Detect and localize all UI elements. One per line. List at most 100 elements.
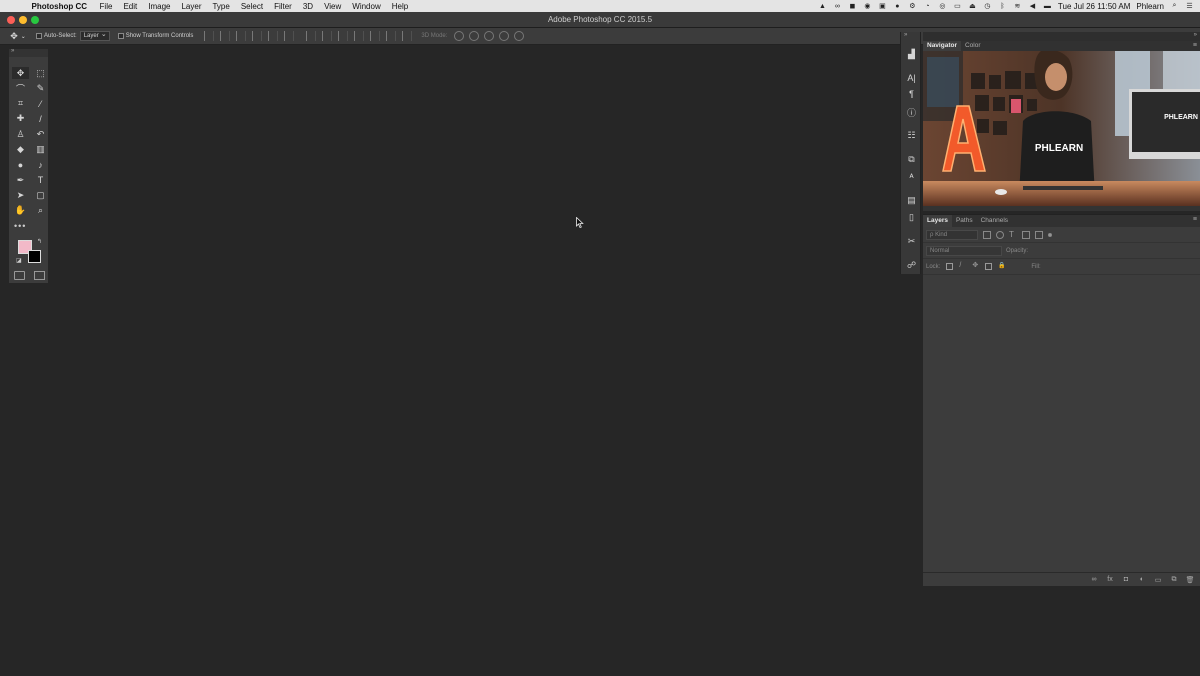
3d-slide-icon[interactable] xyxy=(498,31,509,41)
new-group-icon[interactable]: ▭ xyxy=(1154,576,1162,584)
screen-mode-icon[interactable] xyxy=(34,271,45,280)
libraries-panel-icon[interactable]: ▤ xyxy=(905,194,918,206)
time-machine-icon[interactable]: ◷ xyxy=(983,2,992,10)
settings-icon[interactable]: ⚙ xyxy=(908,2,917,10)
menu-window[interactable]: Window xyxy=(347,2,386,11)
eraser-tool-icon[interactable]: ◆ xyxy=(12,143,29,155)
quick-selection-tool-icon[interactable]: ✎ xyxy=(32,82,49,94)
adjustments-panel-icon[interactable]: ☍ xyxy=(905,259,918,271)
align-top-icon[interactable] xyxy=(204,31,215,41)
align-horizontal-center-icon[interactable] xyxy=(268,31,279,41)
lasso-tool-icon[interactable]: ⌒ xyxy=(12,82,29,94)
dock-collapse-icon[interactable]: » xyxy=(901,32,920,40)
quick-mask-icon[interactable] xyxy=(14,271,25,280)
brush-tool-icon[interactable]: / xyxy=(32,113,49,125)
lastpass-icon[interactable]: ◉ xyxy=(863,2,872,10)
add-mask-icon[interactable]: ◘ xyxy=(1122,576,1130,584)
creative-cloud-icon[interactable]: ∞ xyxy=(833,2,842,10)
filter-pixel-icon[interactable] xyxy=(983,230,991,239)
histogram-panel-icon[interactable]: ▟ xyxy=(905,48,918,60)
filter-smart-object-icon[interactable] xyxy=(1035,230,1043,239)
link-layers-icon[interactable]: ∞ xyxy=(1090,576,1098,584)
menu-type[interactable]: Type xyxy=(207,2,235,11)
menu-image[interactable]: Image xyxy=(143,2,176,11)
filter-type-icon[interactable]: T xyxy=(1009,230,1017,239)
blend-mode-dropdown[interactable]: Normal xyxy=(926,245,1002,256)
opacity-field[interactable]: Opacity: xyxy=(1006,246,1066,256)
lock-image-pixels-icon[interactable]: / xyxy=(959,262,966,270)
lock-transparent-pixels-icon[interactable] xyxy=(946,263,954,270)
tab-paths[interactable]: Paths xyxy=(952,215,977,227)
type-tool-icon[interactable]: T xyxy=(32,174,49,186)
menu-file[interactable]: File xyxy=(94,2,118,11)
filter-adjustment-icon[interactable] xyxy=(996,230,1004,239)
tool-preset-picker[interactable]: ✥ ⌄ xyxy=(0,31,36,42)
properties-panel-icon[interactable]: ☷ xyxy=(905,129,918,141)
menubar-clock[interactable]: Tue Jul 26 11:50 AM xyxy=(1058,2,1131,11)
background-color-swatch[interactable] xyxy=(28,250,41,263)
crop-tool-icon[interactable]: ⌗ xyxy=(12,98,29,110)
blur-tool-icon[interactable]: ● xyxy=(12,159,29,171)
panel-menu-icon[interactable]: ≡ xyxy=(1193,42,1197,49)
volume-icon[interactable]: ◀ xyxy=(1028,2,1037,10)
shape-tool-icon[interactable]: ▢ xyxy=(32,189,49,201)
character-panel-icon[interactable]: A| xyxy=(905,72,918,84)
info-panel-icon[interactable]: ⓘ xyxy=(905,106,918,118)
drive-icon[interactable]: ▲ xyxy=(818,2,827,10)
menu-edit[interactable]: Edit xyxy=(118,2,143,11)
menu-3d[interactable]: 3D xyxy=(297,2,318,11)
swap-colors-icon[interactable]: ↰ xyxy=(37,238,42,245)
menubar-user[interactable]: Phlearn xyxy=(1136,2,1164,11)
auto-select-dropdown[interactable]: Layer xyxy=(79,30,110,41)
3d-pan-icon[interactable] xyxy=(483,31,494,41)
3d-scale-icon[interactable] xyxy=(513,31,524,41)
hand-tool-icon[interactable]: ✋ xyxy=(12,205,29,217)
distribute-top-icon[interactable] xyxy=(306,31,317,41)
distribute-left-icon[interactable] xyxy=(354,31,365,41)
auto-select-checkbox[interactable] xyxy=(36,33,42,39)
zoom-tool-icon[interactable]: ⌕ xyxy=(32,205,49,217)
collapse-panels-icon[interactable]: » xyxy=(1194,32,1197,38)
spotlight-search-icon[interactable]: ⌕ xyxy=(1170,2,1179,10)
filter-toggle-icon[interactable] xyxy=(1048,232,1052,237)
align-right-icon[interactable] xyxy=(284,31,295,41)
navigator-zoom-slider[interactable] xyxy=(923,206,1200,211)
screen-icon[interactable]: ▭ xyxy=(953,2,962,10)
history-brush-tool-icon[interactable]: ↶ xyxy=(32,128,49,140)
lock-position-icon[interactable]: ✥ xyxy=(972,262,979,270)
align-bottom-icon[interactable] xyxy=(236,31,247,41)
menu-app[interactable]: Photoshop CC xyxy=(26,2,94,11)
clone-source-panel-icon[interactable]: ⧉ xyxy=(905,153,918,165)
panel-menu-icon[interactable]: ≡ xyxy=(1193,216,1197,223)
lock-artboard-icon[interactable] xyxy=(985,263,993,270)
show-transform-controls-checkbox[interactable] xyxy=(117,33,124,39)
lock-all-icon[interactable]: 🔒 xyxy=(998,263,1005,270)
panel-group-header[interactable]: » xyxy=(923,32,1200,41)
menu-select[interactable]: Select xyxy=(235,2,268,11)
layer-filter-kind-dropdown[interactable]: ρ Kind xyxy=(926,229,978,240)
timer-icon[interactable]: ◔ xyxy=(923,2,932,10)
gradient-tool-icon[interactable]: ▥ xyxy=(32,143,49,155)
glyphs-panel-icon[interactable]: ᴬ xyxy=(905,171,918,183)
healing-brush-tool-icon[interactable]: ✚ xyxy=(12,113,29,125)
tab-channels[interactable]: Channels xyxy=(977,215,1012,227)
bluetooth-icon[interactable]: ᛒ xyxy=(998,2,1007,10)
layer-style-icon[interactable]: fx xyxy=(1106,576,1114,584)
pen-tool-icon[interactable]: ✒ xyxy=(12,174,29,186)
tab-navigator[interactable]: Navigator xyxy=(923,41,961,51)
message-icon[interactable]: ◼ xyxy=(848,2,857,10)
menu-view[interactable]: View xyxy=(319,2,347,11)
collapse-icon[interactable]: » xyxy=(11,48,14,54)
tool-presets-panel-icon[interactable]: ✂ xyxy=(905,235,918,247)
auto-align-layers-icon[interactable] xyxy=(402,31,413,41)
menu-filter[interactable]: Filter xyxy=(269,2,298,11)
edit-toolbar-icon[interactable]: ••• xyxy=(14,221,26,231)
new-adjustment-layer-icon[interactable]: ◐ xyxy=(1138,576,1146,584)
delete-layer-icon[interactable]: 🗑 xyxy=(1186,576,1195,584)
battery-icon[interactable]: ▬ xyxy=(1043,2,1052,10)
align-vertical-center-icon[interactable] xyxy=(220,31,231,41)
marquee-tool-icon[interactable]: ⬚ xyxy=(32,67,49,79)
menu-help[interactable]: Help xyxy=(386,2,413,11)
tab-layers[interactable]: Layers xyxy=(923,215,952,227)
default-colors-icon[interactable]: ◪ xyxy=(16,257,22,264)
